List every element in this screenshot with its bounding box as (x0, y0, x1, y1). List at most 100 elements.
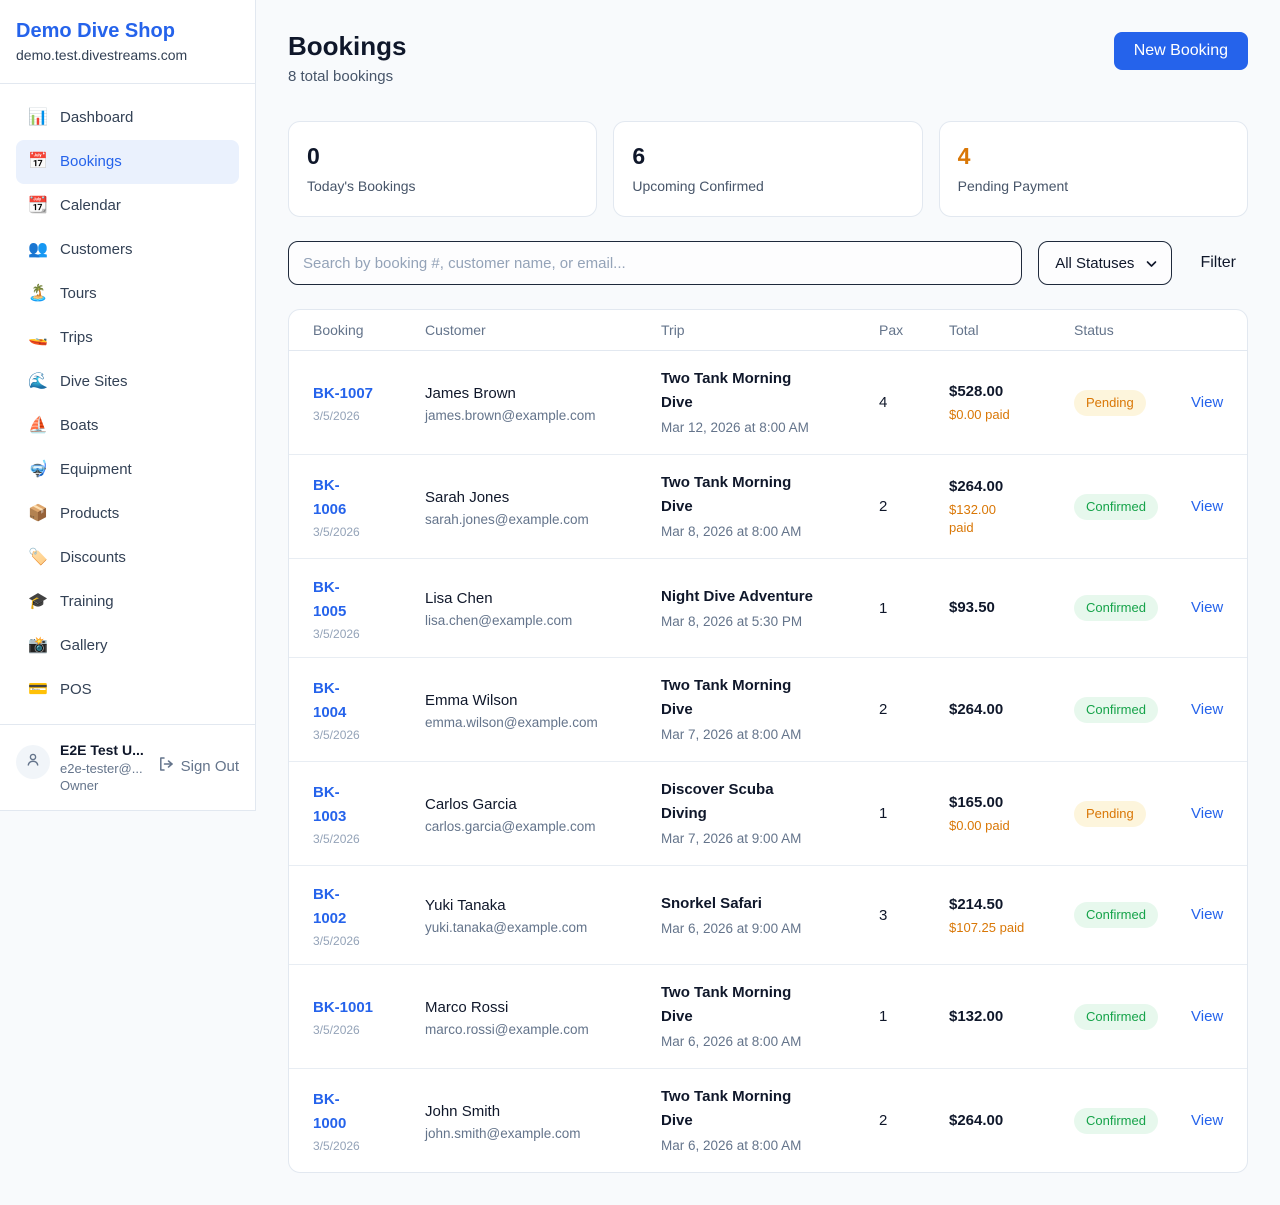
customer-name: John Smith (425, 1101, 661, 1123)
booking-id-link[interactable]: BK-1001 (313, 996, 425, 1020)
sign-out-icon (157, 755, 175, 777)
customer-cell: Carlos Garcia carlos.garcia@example.com (425, 794, 661, 834)
amount-paid: $0.00 paid (949, 817, 1074, 835)
customer-cell: Yuki Tanaka yuki.tanaka@example.com (425, 895, 661, 935)
user-name: E2E Test U... (60, 741, 147, 759)
booking-cell: BK- 1006 3/5/2026 (313, 474, 425, 539)
table-row: BK- 1002 3/5/2026 Yuki Tanaka yuki.tanak… (289, 866, 1247, 965)
sidebar-item-gallery[interactable]: 📸 Gallery (16, 624, 239, 668)
sidebar-item-training[interactable]: 🎓 Training (16, 580, 239, 624)
pax-cell: 2 (879, 701, 949, 718)
nav-icon: 🎓 (28, 590, 48, 614)
sidebar-item-tours[interactable]: 🏝️ Tours (16, 272, 239, 316)
customer-email: emma.wilson@example.com (425, 715, 661, 730)
status-select[interactable]: All Statuses (1038, 241, 1172, 285)
trip-name: Night Dive Adventure (661, 585, 879, 609)
booking-cell: BK- 1004 3/5/2026 (313, 677, 425, 742)
customer-cell: Sarah Jones sarah.jones@example.com (425, 487, 661, 527)
trip-datetime: Mar 8, 2026 at 5:30 PM (661, 612, 879, 632)
sidebar-item-discounts[interactable]: 🏷️ Discounts (16, 536, 239, 580)
status-badge: Confirmed (1074, 1108, 1158, 1134)
actions-cell: View (1191, 805, 1225, 823)
user-email: e2e-tester@... (60, 760, 147, 777)
amount-paid: $0.00 paid (949, 406, 1074, 424)
search-input[interactable] (288, 241, 1022, 285)
trip-name: Snorkel Safari (661, 892, 879, 916)
stat-value: 4 (958, 142, 1229, 170)
sidebar-item-bookings[interactable]: 📅 Bookings (16, 140, 239, 184)
sidebar-item-label: Equipment (60, 458, 132, 482)
sidebar-item-boats[interactable]: ⛵ Boats (16, 404, 239, 448)
actions-cell: View (1191, 599, 1225, 617)
booking-cell: BK-1001 3/5/2026 (313, 996, 425, 1037)
view-link[interactable]: View (1191, 599, 1223, 616)
table-body: BK-1007 3/5/2026 James Brown james.brown… (289, 351, 1247, 1172)
stat-value: 6 (632, 142, 903, 170)
trip-name: Two Tank Morning Dive (661, 471, 879, 519)
booking-id-link[interactable]: BK- 1003 (313, 781, 425, 829)
sidebar-item-dashboard[interactable]: 📊 Dashboard (16, 96, 239, 140)
customer-name: Emma Wilson (425, 690, 661, 712)
sidebar-item-products[interactable]: 📦 Products (16, 492, 239, 536)
table-row: BK- 1004 3/5/2026 Emma Wilson emma.wilso… (289, 658, 1247, 762)
booking-id-link[interactable]: BK-1007 (313, 382, 425, 406)
sign-out-button[interactable]: Sign Out (157, 755, 239, 777)
booking-id-link[interactable]: BK- 1000 (313, 1088, 425, 1136)
status-badge: Confirmed (1074, 1004, 1158, 1030)
total-amount: $264.00 (949, 1110, 1074, 1132)
amount-paid: $107.25 paid (949, 919, 1074, 937)
sidebar-item-customers[interactable]: 👥 Customers (16, 228, 239, 272)
trip-cell: Snorkel Safari Mar 6, 2026 at 9:00 AM (661, 892, 879, 939)
booking-id-link[interactable]: BK- 1005 (313, 576, 425, 624)
total-cell: $264.00 $132.00 paid (949, 476, 1074, 537)
sidebar-item-label: Discounts (60, 546, 126, 570)
amount-paid: $132.00 paid (949, 501, 1074, 537)
total-amount: $264.00 (949, 476, 1074, 498)
trip-datetime: Mar 6, 2026 at 8:00 AM (661, 1032, 879, 1052)
view-link[interactable]: View (1191, 1008, 1223, 1025)
total-amount: $132.00 (949, 1006, 1074, 1028)
booking-id-link[interactable]: BK- 1004 (313, 677, 425, 725)
sidebar-item-equipment[interactable]: 🤿 Equipment (16, 448, 239, 492)
booking-cell: BK-1007 3/5/2026 (313, 382, 425, 423)
total-cell: $93.50 (949, 597, 1074, 619)
status-badge: Confirmed (1074, 595, 1158, 621)
booking-date: 3/5/2026 (313, 627, 425, 641)
table-header-row: Booking Customer Trip Pax Total Status (289, 310, 1247, 351)
view-link[interactable]: View (1191, 1112, 1223, 1129)
trip-cell: Discover Scuba Diving Mar 7, 2026 at 9:0… (661, 778, 879, 849)
customer-cell: James Brown james.brown@example.com (425, 383, 661, 423)
view-link[interactable]: View (1191, 906, 1223, 923)
bookings-table: Booking Customer Trip Pax Total Status B… (288, 309, 1248, 1173)
view-link[interactable]: View (1191, 805, 1223, 822)
sidebar-item-pos[interactable]: 💳 POS (16, 668, 239, 712)
column-header-customer: Customer (425, 322, 661, 338)
view-link[interactable]: View (1191, 701, 1223, 718)
status-cell: Confirmed (1074, 1108, 1191, 1134)
sidebar: Demo Dive Shop demo.test.divestreams.com… (0, 0, 256, 811)
user-role: Owner (60, 777, 147, 794)
sidebar-item-calendar[interactable]: 📆 Calendar (16, 184, 239, 228)
sidebar-item-trips[interactable]: 🚤 Trips (16, 316, 239, 360)
pax-cell: 1 (879, 600, 949, 617)
stat-label: Pending Payment (958, 178, 1229, 194)
booking-date: 3/5/2026 (313, 1139, 425, 1153)
nav-icon: 💳 (28, 678, 48, 702)
nav-icon: 🏝️ (28, 282, 48, 306)
sidebar-item-dive-sites[interactable]: 🌊 Dive Sites (16, 360, 239, 404)
booking-id-link[interactable]: BK- 1006 (313, 474, 425, 522)
view-link[interactable]: View (1191, 498, 1223, 515)
stat-card-todays-bookings: 0 Today's Bookings (288, 121, 597, 217)
status-badge: Confirmed (1074, 494, 1158, 520)
filter-button[interactable]: Filter (1188, 254, 1248, 272)
booking-date: 3/5/2026 (313, 934, 425, 948)
sidebar-item-label: Boats (60, 414, 98, 438)
booking-date: 3/5/2026 (313, 1023, 425, 1037)
new-booking-button[interactable]: New Booking (1114, 32, 1248, 70)
view-link[interactable]: View (1191, 394, 1223, 411)
booking-id-link[interactable]: BK- 1002 (313, 883, 425, 931)
booking-date: 3/5/2026 (313, 525, 425, 539)
total-amount: $528.00 (949, 381, 1074, 403)
booking-cell: BK- 1002 3/5/2026 (313, 883, 425, 948)
column-header-pax: Pax (879, 322, 949, 338)
